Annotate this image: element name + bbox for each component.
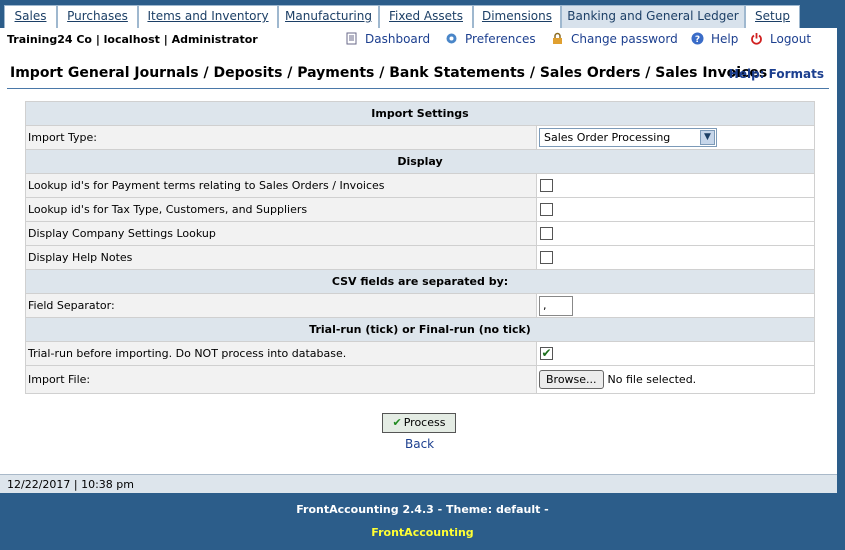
lock-icon: [553, 32, 562, 44]
power-icon: [751, 33, 762, 45]
tab-manufacturing[interactable]: Manufacturing: [278, 5, 379, 28]
field-separator-label: Field Separator:: [25, 293, 537, 318]
top-bar: Training24 Co | localhost | Administrato…: [0, 28, 837, 54]
help-icon: ?: [691, 32, 704, 45]
tab-sales[interactable]: Sales: [4, 5, 57, 28]
display-help-notes-label: Display Help Notes: [25, 245, 537, 270]
chevron-down-icon: ▼: [700, 130, 715, 145]
dashboard-link[interactable]: Dashboard: [345, 32, 430, 46]
help-link[interactable]: ? Help: [691, 32, 738, 46]
import-type-select[interactable]: Sales Order Processing ▼: [539, 128, 717, 147]
import-settings-table: Import Settings Import Type: Sales Order…: [25, 101, 815, 394]
page-header: Import General Journals / Deposits / Pay…: [7, 64, 829, 89]
display-help-notes-checkbox[interactable]: [540, 251, 553, 265]
status-datetime: 12/22/2017 | 10:38 pm: [7, 478, 134, 491]
preferences-link[interactable]: Preferences: [445, 32, 536, 46]
browse-button[interactable]: Browse...: [539, 370, 604, 389]
import-settings-header: Import Settings: [25, 101, 815, 126]
process-button[interactable]: ✔ Process: [382, 413, 456, 433]
lookup-payment-terms-checkbox[interactable]: [540, 179, 553, 193]
main-frame: Sales Purchases Items and Inventory Manu…: [0, 0, 837, 493]
back-link[interactable]: Back: [405, 437, 434, 451]
gear-icon: [446, 33, 457, 44]
no-file-selected-text: No file selected.: [607, 373, 697, 386]
tab-dimensions[interactable]: Dimensions: [473, 5, 561, 28]
tab-banking-general-ledger[interactable]: Banking and General Ledger: [561, 5, 745, 28]
lookup-tax-type-checkbox[interactable]: [540, 203, 553, 217]
footer-brand-link[interactable]: FrontAccounting: [0, 526, 845, 539]
status-bar: 12/22/2017 | 10:38 pm: [0, 474, 837, 493]
trial-run-header: Trial-run (tick) or Final-run (no tick): [25, 317, 815, 342]
display-company-settings-label: Display Company Settings Lookup: [25, 221, 537, 246]
help-formats-link[interactable]: Help: Formats: [729, 67, 824, 81]
footer-version: FrontAccounting 2.4.3 - Theme: default -: [296, 503, 549, 516]
module-tabs: Sales Purchases Items and Inventory Manu…: [0, 0, 837, 28]
csv-separator-header: CSV fields are separated by:: [25, 269, 815, 294]
lookup-tax-type-label: Lookup id's for Tax Type, Customers, and…: [25, 197, 537, 222]
page-title: Import General Journals / Deposits / Pay…: [10, 65, 768, 81]
tab-items-inventory[interactable]: Items and Inventory: [138, 5, 278, 28]
trial-run-checkbox[interactable]: ✔: [540, 346, 553, 361]
tab-setup[interactable]: Setup: [745, 5, 800, 28]
lookup-payment-terms-label: Lookup id's for Payment terms relating t…: [25, 173, 537, 198]
import-type-label: Import Type:: [25, 125, 537, 150]
tab-fixed-assets[interactable]: Fixed Assets: [379, 5, 473, 28]
display-header: Display: [25, 149, 815, 174]
import-file-label: Import File:: [25, 365, 537, 394]
import-type-value: Sales Order Processing: [544, 131, 671, 144]
company-info: Training24 Co | localhost | Administrato…: [7, 33, 258, 46]
svg-text:?: ?: [695, 35, 700, 45]
field-separator-input[interactable]: ,: [539, 295, 573, 316]
tab-purchases[interactable]: Purchases: [57, 5, 138, 28]
dashboard-icon: [346, 32, 357, 45]
trial-run-label: Trial-run before importing. Do NOT proce…: [25, 341, 537, 366]
change-password-link[interactable]: Change password: [551, 32, 678, 46]
display-company-settings-checkbox[interactable]: [540, 227, 553, 241]
checkmark-icon: ✔: [541, 346, 552, 361]
logout-link[interactable]: Logout: [750, 32, 811, 46]
checkmark-icon: ✔: [392, 416, 402, 429]
